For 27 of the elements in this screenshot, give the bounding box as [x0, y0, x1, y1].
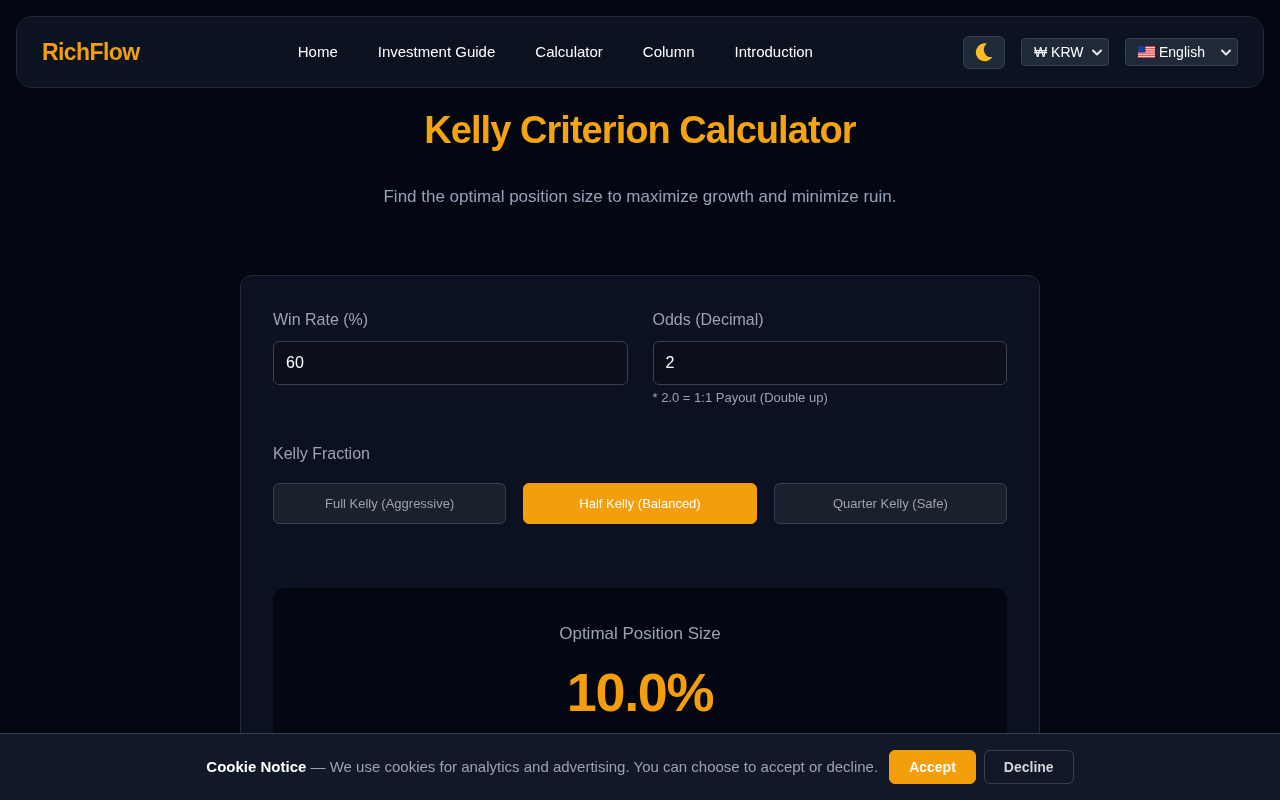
- page-subtitle: Find the optimal position size to maximize growth and minimize ruin.: [383, 186, 897, 208]
- nav-link[interactable]: Investment Guide: [377, 40, 496, 64]
- result-label: Optimal Position Size: [559, 623, 721, 645]
- section-label: Kelly Fraction: [273, 444, 370, 464]
- input-field[interactable]: 60: [273, 341, 628, 385]
- page-title: Kelly Criterion Calculator: [424, 108, 856, 153]
- theme-toggle-button[interactable]: [963, 35, 1005, 69]
- cookie-notice-text: Cookie Notice — We use cookies for analytics and advertising. You can choose to accept or decline.: [206, 756, 879, 777]
- nav-link[interactable]: Calculator: [535, 40, 603, 64]
- result-value: 10.0%: [566, 661, 714, 724]
- fraction-option-button[interactable]: Quarter Kelly (Safe): [773, 483, 1007, 524]
- currency-select[interactable]: ₩ KRW: [1021, 38, 1109, 66]
- input-field[interactable]: 2: [652, 341, 1007, 385]
- crescent-moon-icon: [974, 42, 994, 62]
- field-label: Win Rate (%): [273, 310, 370, 330]
- field-label: Odds (Decimal): [652, 310, 765, 330]
- chevron-down-icon: [1221, 48, 1231, 56]
- nav-link[interactable]: Home: [297, 40, 338, 64]
- flag-icon: [1138, 46, 1155, 58]
- language-select[interactable]: English: [1125, 38, 1238, 66]
- chevron-down-icon: [1092, 48, 1102, 56]
- logo[interactable]: RichFlow: [42, 34, 140, 70]
- nav-link[interactable]: Introduction: [734, 40, 813, 64]
- nav-link[interactable]: Column: [642, 40, 695, 64]
- field-hint: * 2.0 = 1:1 Payout (Double up): [652, 389, 829, 407]
- fraction-option-button[interactable]: Full Kelly (Aggressive): [273, 483, 507, 524]
- decline-button[interactable]: Decline: [983, 750, 1074, 784]
